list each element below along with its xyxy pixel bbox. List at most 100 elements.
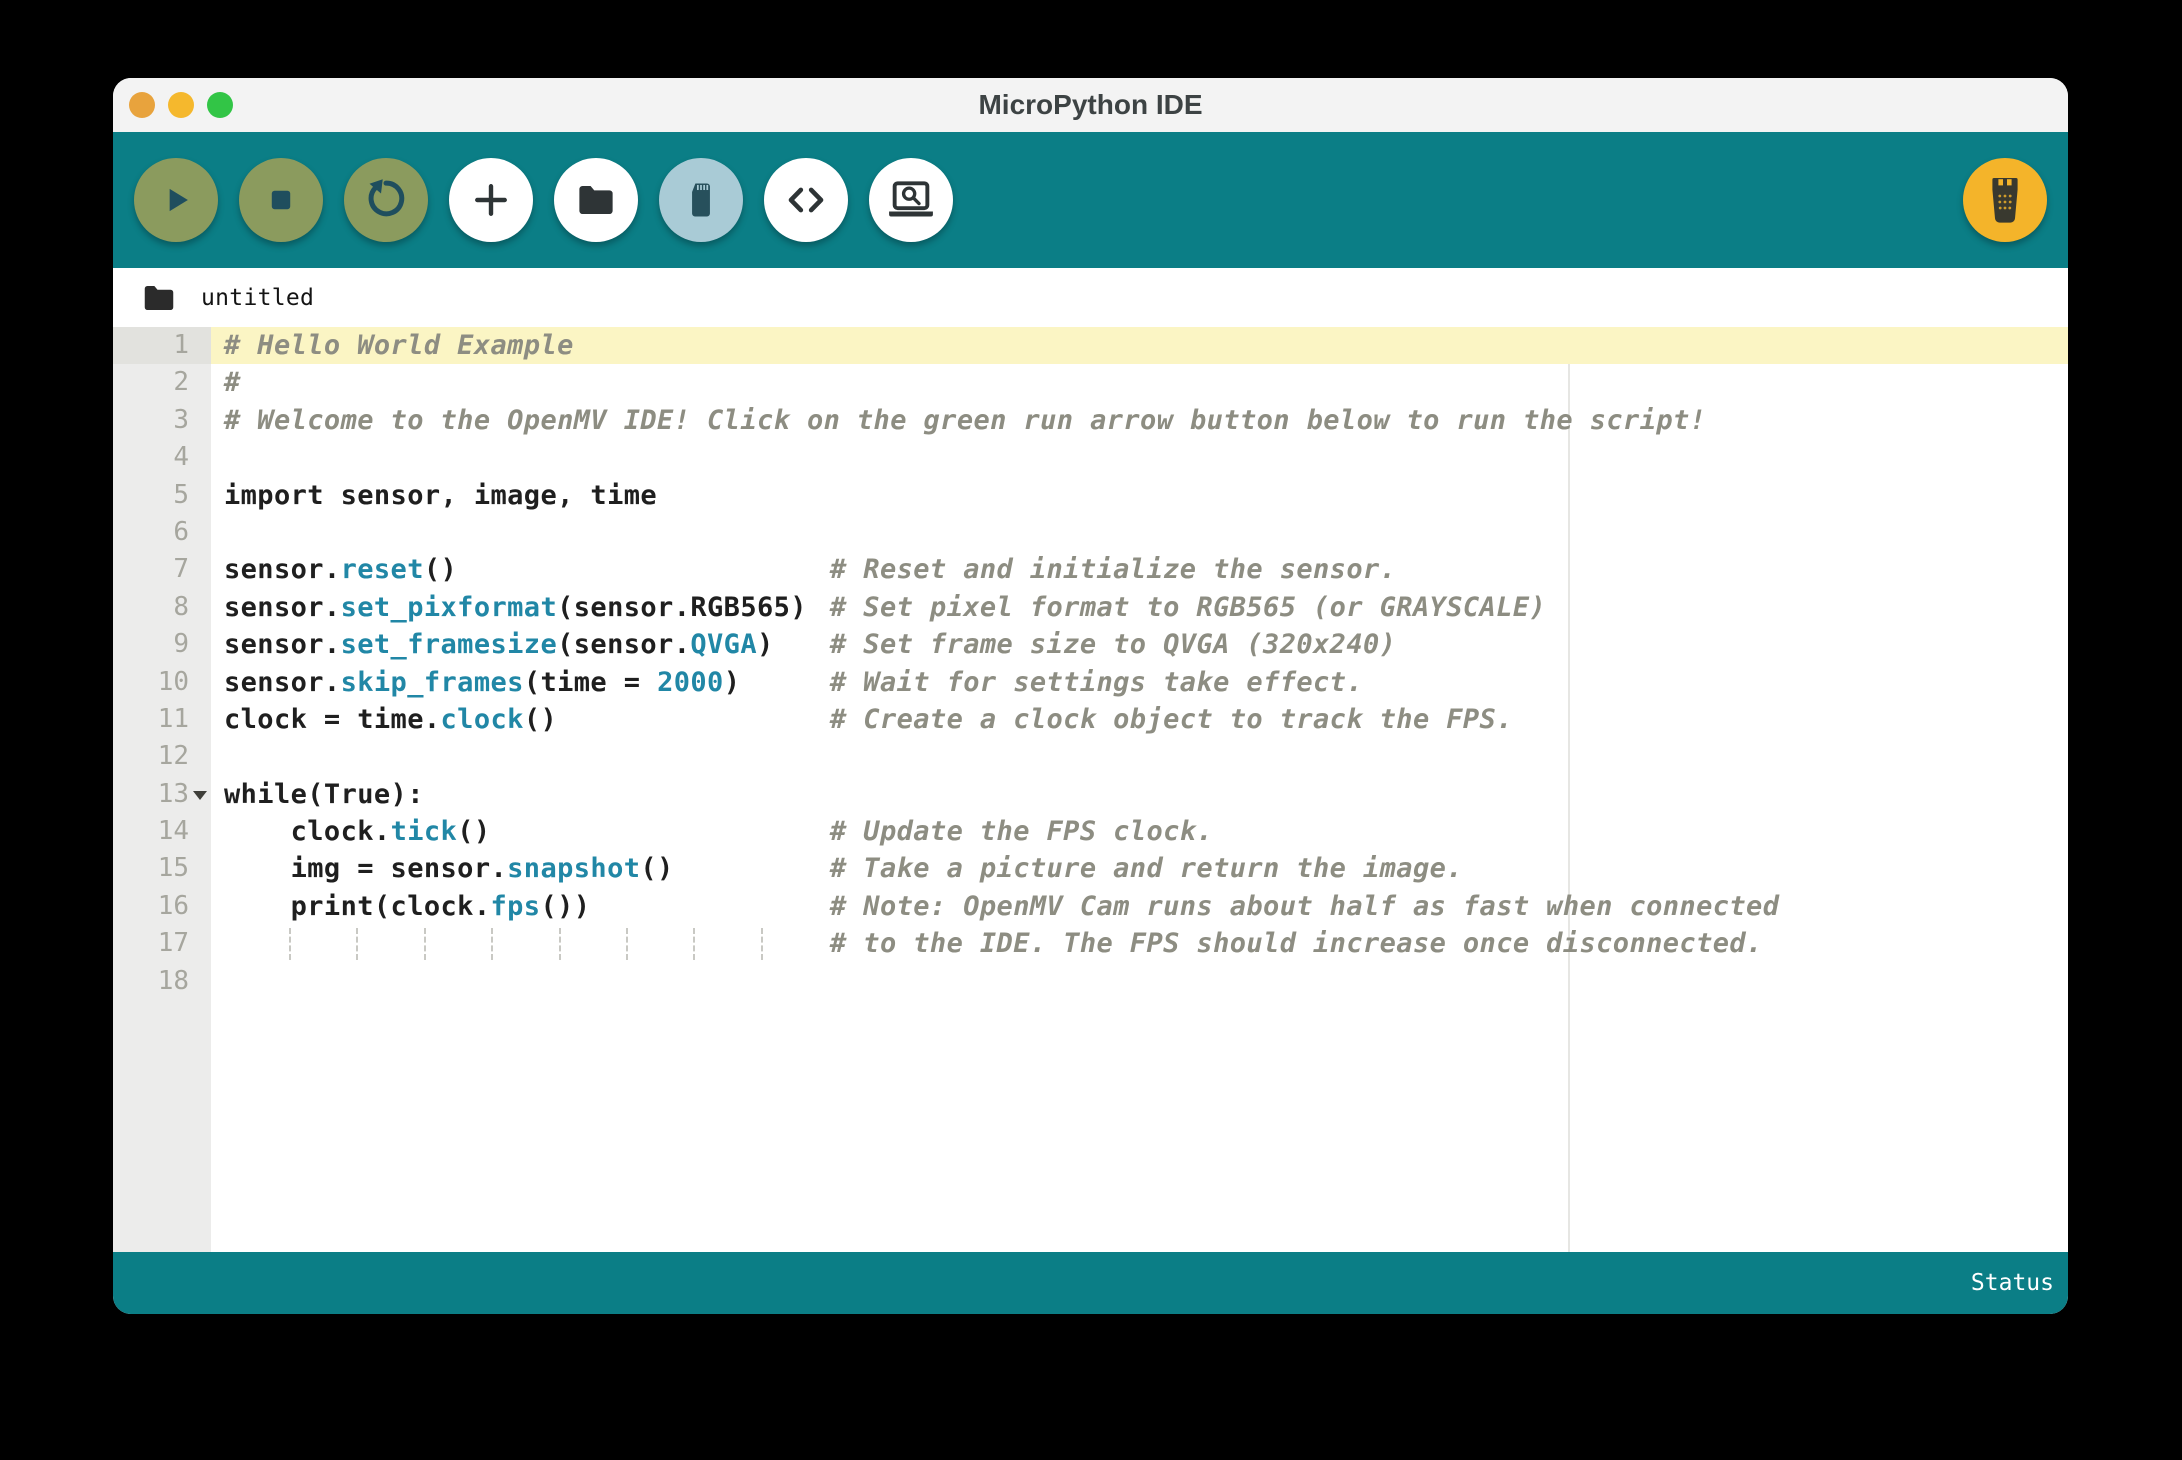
stop-icon [264,183,298,217]
code-line[interactable]: while(True): [211,776,2068,813]
code-comment: # Create a clock object to track the FPS… [830,701,1513,738]
code-lines: # Hello World Example# # Welcome to the O… [211,327,2068,1000]
line-number[interactable]: 10 [113,664,211,701]
code-token: QVGA [690,629,757,660]
code-token: sensor. [224,592,341,623]
line-number[interactable]: 2 [113,364,211,401]
line-number[interactable]: 3 [113,402,211,439]
code-token: skip_frames [341,667,524,698]
code-line[interactable]: print(clock.fps())# Note: OpenMV Cam run… [211,888,2068,925]
code-line[interactable] [211,738,2068,775]
code-token: set_pixformat [341,592,558,623]
indent-guide [289,928,291,959]
save-to-sd-button[interactable] [659,158,743,242]
indent-guide [491,928,493,959]
code-line[interactable]: clock = time.clock() # Create a clock obj… [211,701,2068,738]
stop-script-button[interactable] [239,158,323,242]
traffic-lights [129,78,233,132]
code-comment: # Note: OpenMV Cam runs about half as fa… [830,888,1779,925]
line-number[interactable]: 6 [113,514,211,551]
minimize-button[interactable] [168,92,194,118]
line-number[interactable]: 16 [113,888,211,925]
code-line[interactable]: sensor.set_pixformat(sensor.RGB565)# Set… [211,589,2068,626]
code-token: () [640,853,673,884]
play-icon [157,181,195,219]
code-token: set_framesize [341,629,558,660]
new-file-button[interactable] [449,158,533,242]
code-token: tick [391,816,458,847]
code-line[interactable]: # Welcome to the OpenMV IDE! Click on th… [211,402,2068,439]
code-line[interactable]: # to the IDE. The FPS should increase on… [211,925,2068,962]
indent-guide [693,928,695,959]
tab-bar: untitled [113,268,2068,327]
laptop-search-icon [885,177,937,223]
code-token: print(clock. [224,891,491,922]
line-number[interactable]: 9 [113,626,211,663]
status-bar: Status [113,1252,2068,1314]
title-bar: MicroPython IDE [113,78,2068,132]
code-token: # Welcome to the OpenMV IDE! Click on th… [224,405,1706,436]
line-number[interactable]: 5 [113,477,211,514]
line-number[interactable]: 13 [113,776,211,813]
line-number[interactable]: 18 [113,963,211,1000]
code-line[interactable]: img = sensor.snapshot()# Take a picture … [211,850,2068,887]
plus-icon [469,178,513,222]
indent-guide [424,928,426,959]
run-script-button[interactable] [134,158,218,242]
code-token: clock = time. [224,704,441,735]
code-examples-button[interactable] [764,158,848,242]
code-line[interactable] [211,514,2068,551]
line-number[interactable]: 14 [113,813,211,850]
tab-untitled[interactable]: untitled [201,285,314,311]
code-token: reset [341,554,424,585]
code-line[interactable] [211,439,2068,476]
code-token: () [457,816,490,847]
code-token: while(True): [224,779,424,810]
fold-marker-icon[interactable] [193,791,207,800]
code-editor[interactable]: 123456789101112131415161718 # Hello Worl… [113,327,2068,1252]
code-token: ) [757,629,774,660]
line-number[interactable]: 8 [113,589,211,626]
code-token: fps [491,891,541,922]
line-number[interactable]: 1 [113,327,211,364]
code-line[interactable]: sensor.skip_frames(time = 2000)# Wait fo… [211,664,2068,701]
line-number[interactable]: 15 [113,850,211,887]
code-token: () [524,704,557,735]
code-line[interactable]: clock.tick()# Update the FPS clock. [211,813,2068,850]
code-token: clock [441,704,524,735]
reset-button[interactable] [344,158,428,242]
indent-guide [559,928,561,959]
indent-guide [761,928,763,959]
status-label: Status [1971,1270,2054,1296]
code-token: 2000 [657,667,724,698]
zoom-button[interactable] [207,92,233,118]
line-number[interactable]: 17 [113,925,211,962]
code-token: sensor. [224,667,341,698]
close-button[interactable] [129,92,155,118]
code-area[interactable]: # Hello World Example# # Welcome to the O… [211,327,2068,1252]
code-comment: # Update the FPS clock. [830,813,1213,850]
gutter: 123456789101112131415161718 [113,327,211,1252]
line-number[interactable]: 12 [113,738,211,775]
code-line[interactable]: # Hello World Example [211,327,2068,364]
code-line[interactable]: import sensor, image, time [211,477,2068,514]
window-title: MicroPython IDE [978,89,1202,121]
line-number[interactable]: 4 [113,439,211,476]
open-docs-button[interactable] [869,158,953,242]
code-token: () [424,554,457,585]
code-token: snapshot [507,853,640,884]
line-number[interactable]: 7 [113,551,211,588]
code-line[interactable]: # [211,364,2068,401]
code-token: img = sensor. [224,853,507,884]
refresh-icon [363,177,409,223]
code-line[interactable] [211,963,2068,1000]
open-file-button[interactable] [554,158,638,242]
code-line[interactable]: sensor.set_framesize(sensor.QVGA)# Set f… [211,626,2068,663]
folder-icon [575,179,617,221]
connect-board-button[interactable] [1963,158,2047,242]
code-comment: # Reset and initialize the sensor. [830,551,1396,588]
code-token: import sensor, image, time [224,480,657,511]
code-line[interactable]: sensor.reset()# Reset and initialize the… [211,551,2068,588]
line-number[interactable]: 11 [113,701,211,738]
code-comment: # to the IDE. The FPS should increase on… [830,925,1763,962]
